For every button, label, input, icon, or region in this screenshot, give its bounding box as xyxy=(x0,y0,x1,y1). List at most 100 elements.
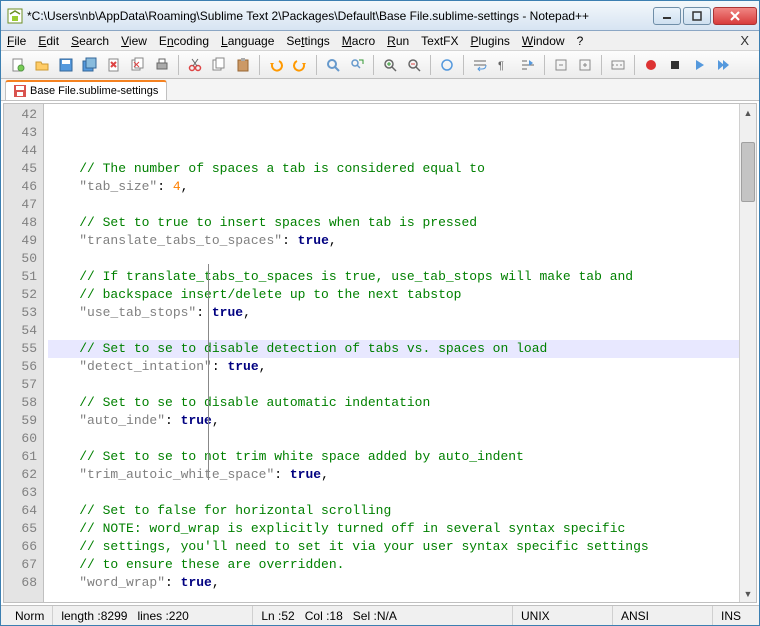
line-number: 46 xyxy=(6,178,37,196)
editor-line: // backspace insert/delete up to the nex… xyxy=(48,286,739,304)
menu-view[interactable]: View xyxy=(121,34,147,48)
line-number: 62 xyxy=(6,466,37,484)
tab-bar: Base File.sublime-settings xyxy=(1,79,759,101)
status-eol: UNIX xyxy=(513,606,613,625)
toolbar-paste-icon[interactable] xyxy=(232,54,254,76)
window-title: *C:\Users\nb\AppData\Roaming\Sublime Tex… xyxy=(27,9,653,23)
editor-line xyxy=(48,592,739,602)
toolbar-wrap-icon[interactable] xyxy=(469,54,491,76)
line-number: 66 xyxy=(6,538,37,556)
toolbar-separator xyxy=(259,55,260,75)
menu-plugins[interactable]: Plugins xyxy=(471,34,510,48)
toolbar-open-icon[interactable] xyxy=(31,54,53,76)
toolbar-fold-icon[interactable] xyxy=(550,54,572,76)
menu-edit[interactable]: Edit xyxy=(38,34,59,48)
editor-line xyxy=(48,484,739,502)
menubar: File Edit Search View Encoding Language … xyxy=(1,31,759,51)
toolbar-replace-icon[interactable] xyxy=(346,54,368,76)
toolbar-playmulti-icon[interactable] xyxy=(712,54,734,76)
line-number: 61 xyxy=(6,448,37,466)
toolbar-sync-icon[interactable] xyxy=(436,54,458,76)
editor-line: "use_tab_stops": true, xyxy=(48,304,739,322)
editor-line: // Set to true to insert spaces when tab… xyxy=(48,214,739,232)
toolbar-unfold-icon[interactable] xyxy=(574,54,596,76)
maximize-button[interactable] xyxy=(683,7,711,25)
menu-encoding[interactable]: Encoding xyxy=(159,34,209,48)
toolbar-print-icon[interactable] xyxy=(151,54,173,76)
scroll-up-icon[interactable]: ▲ xyxy=(740,104,756,121)
line-number-gutter: 4243444546474849505152535455565758596061… xyxy=(4,104,44,602)
editor-line: // The number of spaces a tab is conside… xyxy=(48,160,739,178)
tab-active[interactable]: Base File.sublime-settings xyxy=(5,80,167,100)
menu-search[interactable]: Search xyxy=(71,34,109,48)
scroll-down-icon[interactable]: ▼ xyxy=(740,585,756,602)
menu-textfx[interactable]: TextFX xyxy=(421,34,458,48)
editor-line xyxy=(48,430,739,448)
toolbar-allchars-icon[interactable]: ¶ xyxy=(493,54,515,76)
editor-line: // Set to se to not trim white space add… xyxy=(48,448,739,466)
status-length: length : 8299 lines : 220 xyxy=(53,606,253,625)
toolbar-separator xyxy=(178,55,179,75)
status-encoding: ANSI xyxy=(613,606,713,625)
toolbar-redo-icon[interactable] xyxy=(289,54,311,76)
line-number: 49 xyxy=(6,232,37,250)
line-number: 48 xyxy=(6,214,37,232)
editor-line: "detect_intation": true, xyxy=(48,358,739,376)
line-number: 50 xyxy=(6,250,37,268)
editor-line: // If translate_tabs_to_spaces is true, … xyxy=(48,268,739,286)
menu-run[interactable]: Run xyxy=(387,34,409,48)
scroll-thumb[interactable] xyxy=(741,142,755,202)
line-number: 60 xyxy=(6,430,37,448)
toolbar-undo-icon[interactable] xyxy=(265,54,287,76)
editor-line xyxy=(48,376,739,394)
status-position: Ln : 52 Col : 18 Sel : N/A xyxy=(253,606,513,625)
menu-settings[interactable]: Settings xyxy=(286,34,329,48)
toolbar-closeall-icon[interactable] xyxy=(127,54,149,76)
menu-file[interactable]: File xyxy=(7,34,26,48)
line-number: 55 xyxy=(6,340,37,358)
toolbar-zoomin-icon[interactable] xyxy=(379,54,401,76)
toolbar-new-icon[interactable] xyxy=(7,54,29,76)
line-number: 63 xyxy=(6,484,37,502)
toolbar-saveall-icon[interactable] xyxy=(79,54,101,76)
line-number: 65 xyxy=(6,520,37,538)
toolbar-hidden-icon[interactable] xyxy=(607,54,629,76)
toolbar-separator xyxy=(601,55,602,75)
vertical-scrollbar[interactable]: ▲ ▼ xyxy=(739,104,756,602)
toolbar-find-icon[interactable] xyxy=(322,54,344,76)
editor-line xyxy=(48,250,739,268)
menu-help[interactable]: ? xyxy=(577,34,584,48)
text-editor[interactable]: // The number of spaces a tab is conside… xyxy=(44,104,739,602)
menu-macro[interactable]: Macro xyxy=(342,34,375,48)
line-number: 57 xyxy=(6,376,37,394)
editor-line: "word_wrap": true, xyxy=(48,574,739,592)
menu-window[interactable]: Window xyxy=(522,34,565,48)
editor-line xyxy=(48,322,739,340)
toolbar-save-icon[interactable] xyxy=(55,54,77,76)
close-button[interactable] xyxy=(713,7,757,25)
menu-language[interactable]: Language xyxy=(221,34,274,48)
toolbar-rec-icon[interactable] xyxy=(640,54,662,76)
toolbar-zoomout-icon[interactable] xyxy=(403,54,425,76)
toolbar-indent-icon[interactable] xyxy=(517,54,539,76)
toolbar-separator xyxy=(634,55,635,75)
line-number: 47 xyxy=(6,196,37,214)
toolbar-cut-icon[interactable] xyxy=(184,54,206,76)
editor-line: // Set to se to disable detection of tab… xyxy=(48,340,739,358)
toolbar-stop-icon[interactable] xyxy=(664,54,686,76)
line-number: 58 xyxy=(6,394,37,412)
mdi-close-icon[interactable]: X xyxy=(740,33,749,48)
toolbar-play-icon[interactable] xyxy=(688,54,710,76)
toolbar-copy-icon[interactable] xyxy=(208,54,230,76)
editor-line: // settings, you'll need to set it via y… xyxy=(48,538,739,556)
line-number: 53 xyxy=(6,304,37,322)
toolbar-close-icon[interactable] xyxy=(103,54,125,76)
line-number: 51 xyxy=(6,268,37,286)
editor-line: // NOTE: word_wrap is explicitly turned … xyxy=(48,520,739,538)
editor-line: "translate_tabs_to_spaces": true, xyxy=(48,232,739,250)
minimize-button[interactable] xyxy=(653,7,681,25)
editor-line: "trim_autoic_white_space": true, xyxy=(48,466,739,484)
editor-line: "auto_inde": true, xyxy=(48,412,739,430)
titlebar[interactable]: *C:\Users\nb\AppData\Roaming\Sublime Tex… xyxy=(1,1,759,31)
line-number: 45 xyxy=(6,160,37,178)
